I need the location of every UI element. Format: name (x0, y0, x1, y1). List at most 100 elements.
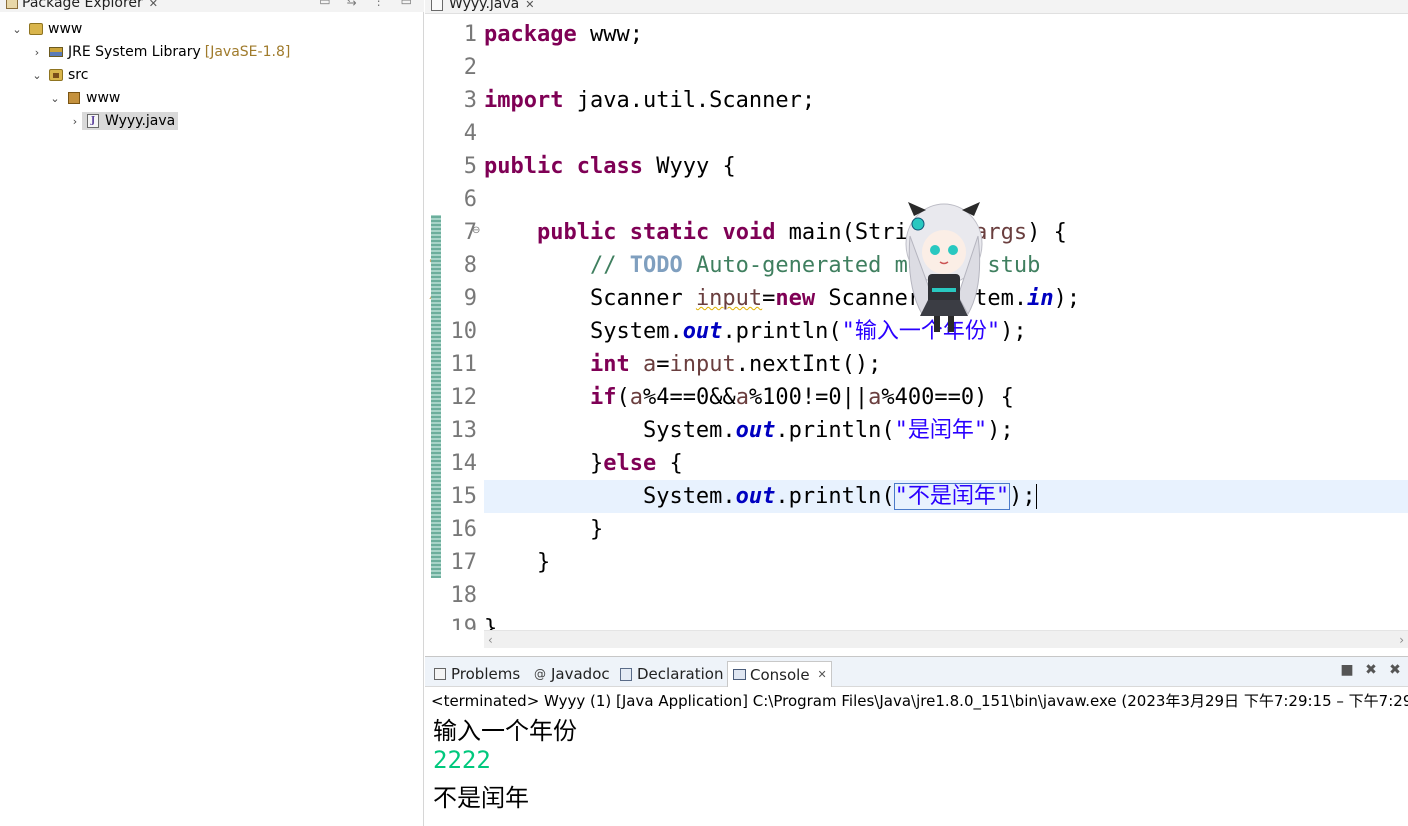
tab-console[interactable]: Console ✕ (727, 661, 832, 687)
selected-item[interactable]: J Wyyy.java (82, 112, 179, 130)
code-line: package www; (484, 18, 1408, 51)
package-explorer-tab[interactable]: Package Explorer ✕ (6, 0, 158, 12)
tree-item-label: src (68, 67, 89, 83)
code-line: } (484, 517, 604, 542)
string-literal-highlighted: "不是闰年" (893, 483, 1011, 510)
java-file-icon: J (85, 113, 101, 129)
code-text: .println( (775, 418, 895, 443)
remove-all-terminated-icon[interactable]: ✖ (1388, 662, 1402, 678)
keyword: class (576, 154, 643, 179)
tree-item-src[interactable]: ⌄ src (30, 64, 88, 86)
console-status-line: <terminated> Wyyy (1) [Java Application]… (431, 692, 1408, 710)
minimize-icon[interactable]: ▭ (401, 0, 412, 8)
explorer-toolbar: ▭ ⇆ ⋮ ▭ (319, 0, 412, 8)
code-text: %100!=0|| (748, 385, 869, 410)
code-text: ); (1053, 286, 1081, 311)
tree-item-project[interactable]: ⌄ www (10, 18, 82, 40)
library-icon (48, 44, 64, 60)
keyword: public (484, 154, 564, 179)
code-line: } (484, 616, 498, 630)
code-text: System. (642, 484, 736, 509)
static-field: out (735, 484, 776, 509)
tab-label: Console (750, 665, 810, 684)
editor-tab-bar: Wyyy.java ✕ (425, 0, 1408, 14)
code-text: .println( (775, 484, 895, 509)
tab-label: Declaration (637, 665, 724, 683)
chevron-right-icon[interactable]: › (68, 115, 82, 128)
tree-item-package[interactable]: ⌄ www (48, 87, 120, 109)
console-view: Problems @ Javadoc Declaration Console ✕… (425, 656, 1408, 826)
horizontal-scrollbar[interactable]: ‹ › (484, 630, 1408, 648)
code-text: java.util.Scanner; (563, 88, 816, 113)
tab-declaration[interactable]: Declaration (615, 661, 727, 687)
code-text: } (589, 451, 604, 476)
tree-item-java-file[interactable]: › J Wyyy.java (68, 110, 179, 132)
close-icon[interactable]: ✕ (818, 668, 827, 681)
line-number: 6 (463, 187, 477, 212)
java-file-icon (431, 0, 443, 11)
chevron-down-icon[interactable]: ⌄ (10, 23, 24, 36)
scroll-left-icon[interactable]: ‹ (488, 631, 493, 649)
quick-diff-bar (431, 215, 441, 578)
editor-tab-wyyy[interactable]: Wyyy.java ✕ (431, 0, 534, 13)
problems-icon (433, 667, 447, 681)
code-line: }else { (484, 447, 1408, 480)
variable-warning[interactable]: input (696, 286, 762, 311)
code-line: System.out.println("是闰年"); (484, 414, 1408, 447)
keyword: package (484, 22, 577, 47)
tab-label: Problems (451, 665, 521, 683)
package-explorer-title: Package Explorer (22, 0, 143, 11)
code-text: { (656, 451, 683, 476)
code-text: System. (642, 418, 736, 443)
package-icon (66, 90, 82, 106)
todo-tag: TODO (629, 253, 683, 278)
code-text: System. (589, 319, 683, 344)
tab-label: Javadoc (551, 665, 610, 683)
package-explorer-view: Package Explorer ✕ ▭ ⇆ ⋮ ▭ ⌄ www › JRE S… (0, 0, 424, 826)
close-icon[interactable]: ✕ (525, 0, 534, 11)
view-menu-icon[interactable]: ⋮ (373, 0, 385, 8)
fold-minus-icon[interactable]: ⊖ (472, 225, 480, 236)
code-text: ); (1000, 319, 1027, 344)
string-literal: "是闰年" (894, 418, 988, 443)
desktop-mascot-image[interactable] (888, 196, 1000, 336)
code-text: .nextInt(); (735, 352, 882, 377)
variable: a (642, 352, 657, 377)
line-number: 19 (450, 616, 478, 630)
chevron-down-icon[interactable]: ⌄ (48, 92, 62, 105)
bottom-panel-tabs: Problems @ Javadoc Declaration Console ✕… (425, 657, 1408, 687)
package-explorer-header: Package Explorer ✕ ▭ ⇆ ⋮ ▭ (0, 0, 424, 12)
code-text: = (762, 286, 776, 311)
link-with-editor-icon[interactable]: ⇆ (347, 0, 357, 8)
variable: a (629, 385, 643, 410)
line-number: 3 (463, 88, 477, 113)
chevron-down-icon[interactable]: ⌄ (30, 69, 44, 82)
code-text: = (656, 352, 670, 377)
collapse-all-icon[interactable]: ▭ (319, 0, 330, 8)
close-icon[interactable]: ✕ (149, 0, 158, 10)
chevron-right-icon[interactable]: › (30, 46, 44, 59)
tab-problems[interactable]: Problems (429, 661, 524, 687)
code-text: %400==0) { (881, 385, 1014, 410)
console-toolbar: ■ ✖ ✖ (1340, 662, 1402, 678)
variable: a (735, 385, 749, 410)
tab-javadoc[interactable]: @ Javadoc (529, 661, 614, 687)
keyword: public (536, 220, 617, 245)
editor-tab-label: Wyyy.java (449, 0, 520, 12)
tree-item-jre-library[interactable]: › JRE System Library [JavaSE-1.8] (30, 41, 291, 63)
line-number: 2 (463, 55, 477, 80)
tree-item-label: Wyyy.java (105, 113, 176, 129)
code-text: ( (616, 385, 630, 410)
scroll-right-icon[interactable]: › (1399, 631, 1404, 649)
code-line: int a=input.nextInt(); (484, 348, 1408, 381)
project-icon (28, 21, 44, 37)
code-text: %4==0&& (642, 385, 736, 410)
tree-item-label: JRE System Library (68, 44, 201, 60)
code-text: ); (987, 418, 1014, 443)
remove-launch-icon[interactable]: ✖ (1364, 662, 1378, 678)
terminate-icon[interactable]: ■ (1340, 662, 1354, 678)
